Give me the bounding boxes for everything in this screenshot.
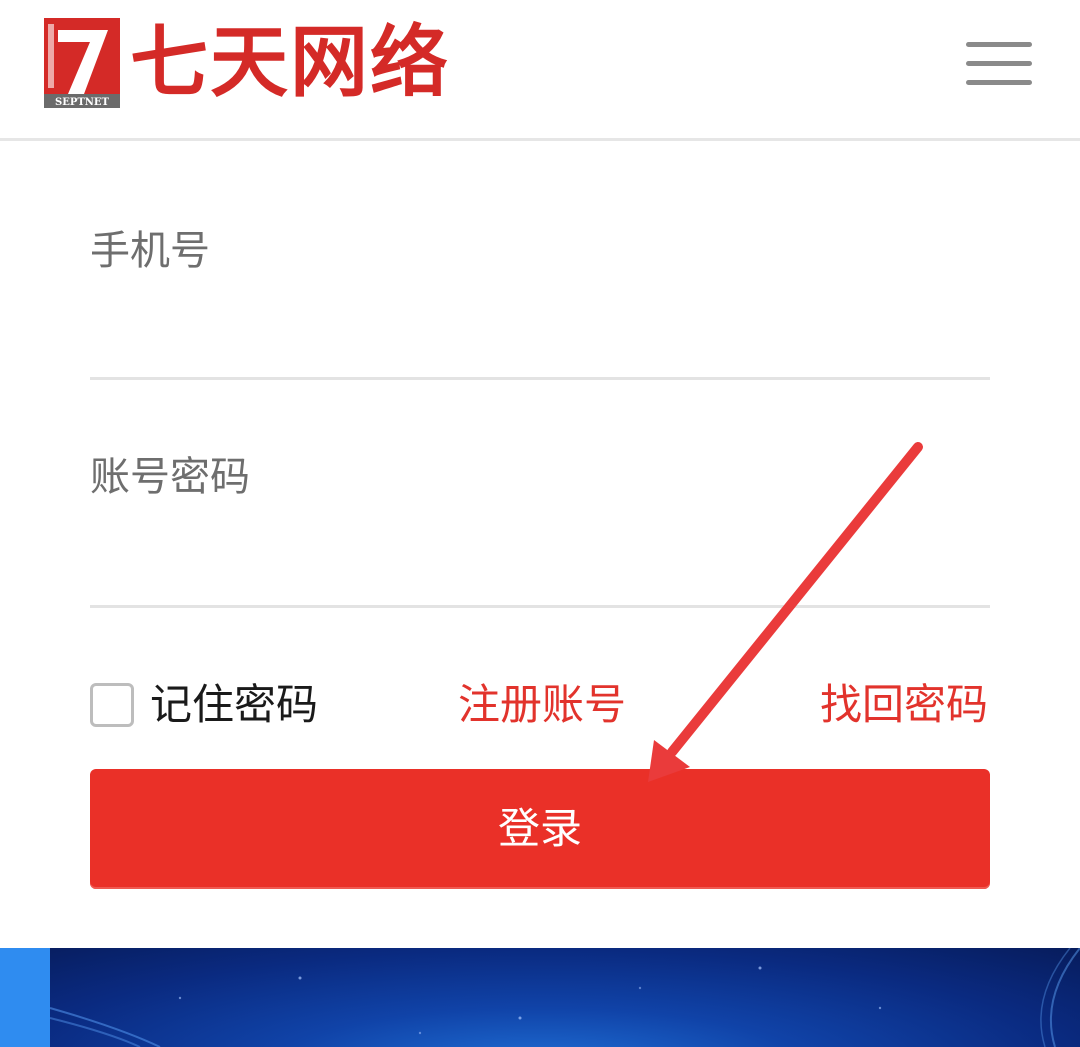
- menu-bar-top: [966, 42, 1032, 47]
- banner-decoration: [49, 948, 1080, 1047]
- menu-bar-bottom: [966, 80, 1032, 85]
- login-button[interactable]: 登录: [90, 769, 990, 889]
- register-account-link[interactable]: 注册账号: [458, 673, 626, 737]
- logo-sub-text: SEPTNET: [55, 97, 110, 108]
- forgot-password-link[interactable]: 找回密码: [820, 673, 988, 737]
- phone-field: [90, 201, 990, 380]
- remember-password-checkbox[interactable]: [90, 683, 134, 727]
- remember-password-label: 记住密码: [150, 680, 319, 729]
- password-field: [90, 431, 990, 608]
- logo-seven-mark: SEPTNET: [44, 18, 120, 108]
- login-options-row: 记住密码 注册账号 找回密码: [90, 673, 990, 737]
- password-input[interactable]: [90, 431, 990, 523]
- app-header: SEPTNET 七天网络: [0, 0, 1080, 141]
- hamburger-menu-icon[interactable]: [964, 42, 1034, 88]
- septnet-logo[interactable]: SEPTNET 七天网络: [44, 18, 448, 110]
- promo-banner: [0, 948, 1080, 1047]
- logo-title: 七天网络: [130, 18, 451, 108]
- phone-input[interactable]: [90, 201, 990, 301]
- menu-bar-middle: [966, 61, 1032, 66]
